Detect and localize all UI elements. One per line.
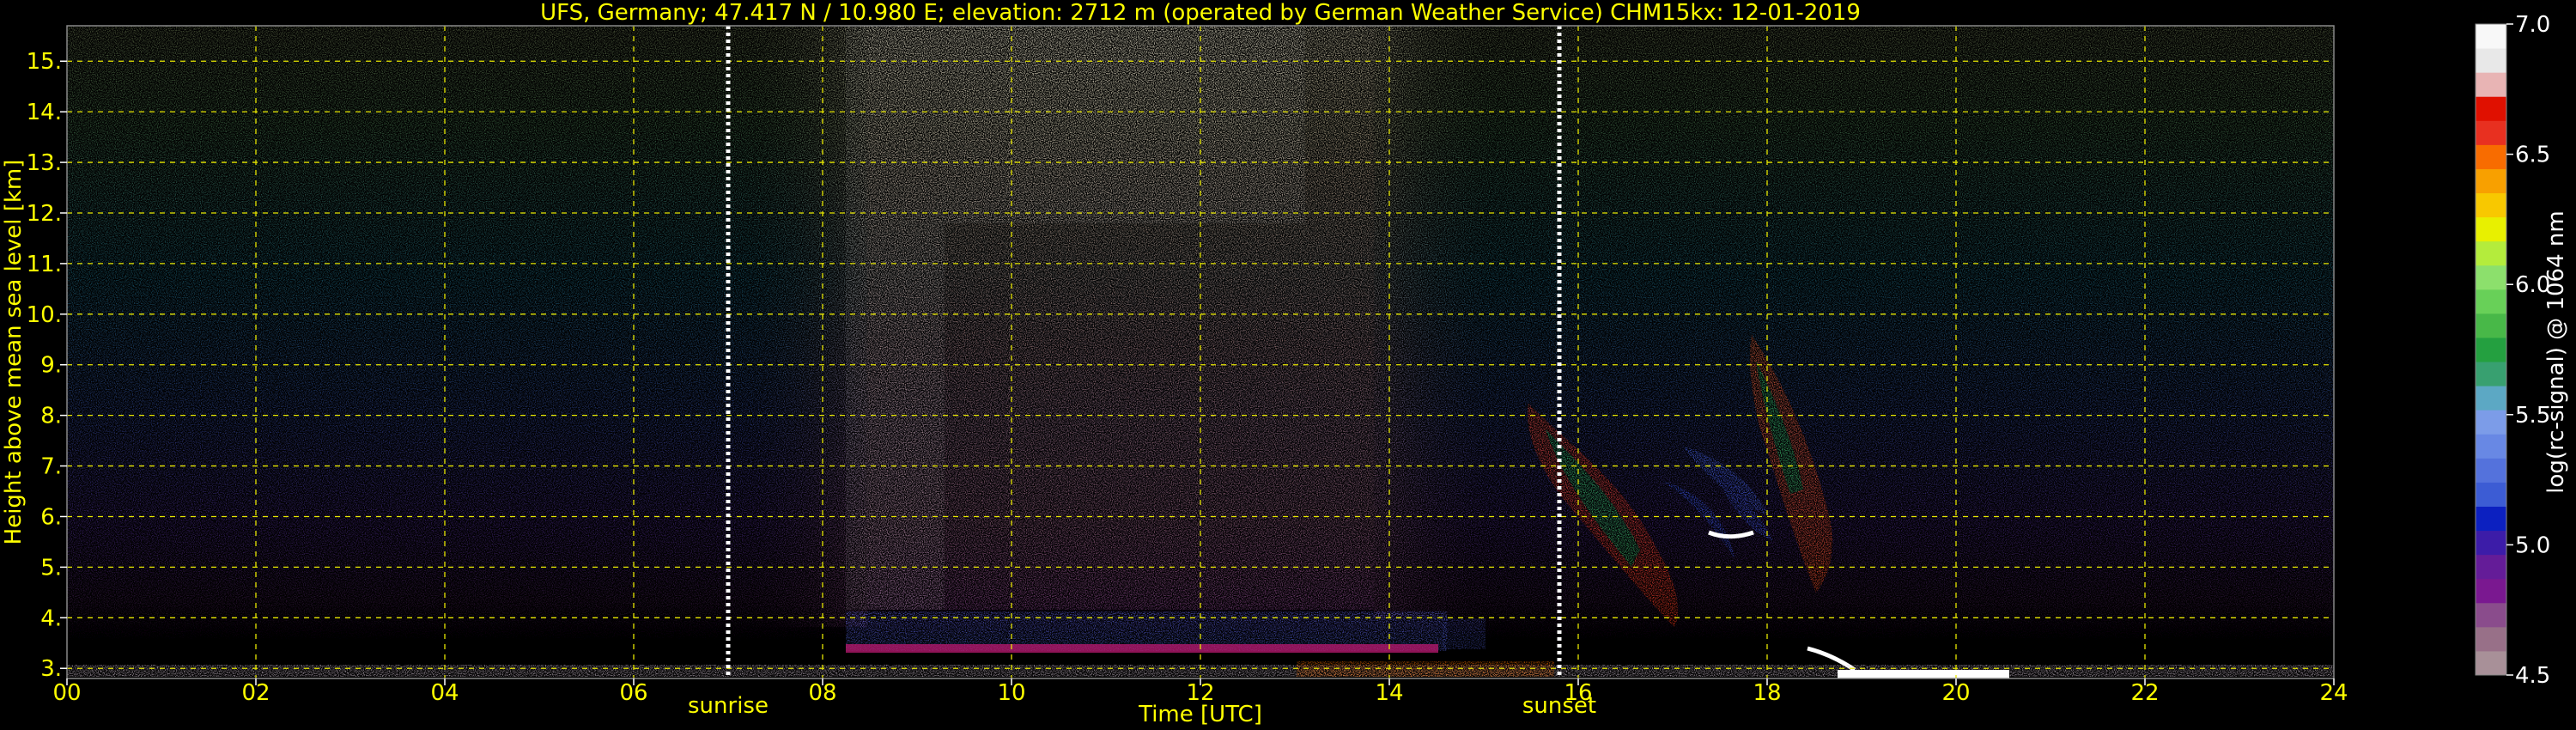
y-tick-label: 10. xyxy=(27,302,62,328)
x-tick-label: 08 xyxy=(808,680,836,706)
colorbar-tick-label: 7.0 xyxy=(2515,12,2550,38)
y-tick-label: 15. xyxy=(27,49,62,75)
y-tick-label: 11. xyxy=(27,252,62,277)
colorbar-segment xyxy=(2476,578,2506,604)
colorbar-tick-label: 5.0 xyxy=(2515,532,2550,558)
x-tick-label: 16 xyxy=(1564,680,1592,706)
sunrise-label: sunrise xyxy=(688,693,769,719)
colorbar-segment xyxy=(2476,506,2506,532)
colorbar: 4.55.05.56.06.57.0 xyxy=(2475,12,2550,689)
ceilometer-chart: sunrise sunset UFS, Germany; 47.417 N / 1… xyxy=(1,0,2569,727)
x-tick-label: 06 xyxy=(619,680,647,706)
colorbar-label: log(rc-signal) @ 1064 nm xyxy=(2543,210,2569,493)
y-tick-label: 14. xyxy=(27,100,62,125)
chart-title: UFS, Germany; 47.417 N / 10.980 E; eleva… xyxy=(540,0,1861,26)
colorbar-segment xyxy=(2476,216,2506,242)
colorbar-segment xyxy=(2476,482,2506,507)
y-tick-label: 3. xyxy=(40,656,62,682)
colorbar-segment xyxy=(2476,192,2506,218)
colorbar-segment xyxy=(2476,24,2506,49)
y-tick-label: 12. xyxy=(27,201,62,227)
y-axis-label: Height above mean sea level [km] xyxy=(1,160,27,545)
colorbar-segment xyxy=(2476,120,2506,145)
colorbar-segment xyxy=(2476,240,2506,266)
colorbar-segment xyxy=(2476,362,2506,386)
colorbar-tick-label: 4.5 xyxy=(2515,663,2550,689)
colorbar-segment xyxy=(2476,289,2506,314)
y-tick-label: 5. xyxy=(40,555,62,581)
x-tick-label: 18 xyxy=(1753,680,1781,706)
colorbar-segment xyxy=(2476,48,2506,73)
colorbar-segment xyxy=(2476,313,2506,338)
colorbar-segment xyxy=(2476,626,2506,652)
x-tick-label: 10 xyxy=(997,680,1025,706)
y-tick-label: 6. xyxy=(40,504,62,530)
x-tick-label: 20 xyxy=(1941,680,1970,706)
colorbar-segment xyxy=(2476,602,2506,628)
x-tick-label: 00 xyxy=(52,680,81,706)
y-tick-label: 7. xyxy=(40,454,62,480)
colorbar-segment xyxy=(2476,168,2506,194)
x-tick-label: 14 xyxy=(1375,680,1403,706)
y-tick-label: 4. xyxy=(40,605,62,631)
colorbar-tick-label: 6.5 xyxy=(2515,143,2550,168)
colorbar-segment xyxy=(2476,386,2506,411)
x-tick-label: 02 xyxy=(241,680,270,706)
colorbar-segment xyxy=(2476,144,2506,169)
x-tick-label: 22 xyxy=(2130,680,2159,706)
colorbar-segment xyxy=(2476,434,2506,459)
colorbar-segment xyxy=(2476,337,2506,362)
colorbar-segment xyxy=(2476,96,2506,121)
colorbar-segment xyxy=(2476,265,2506,290)
x-tick-label: 12 xyxy=(1186,680,1214,706)
colorbar-segment xyxy=(2476,650,2506,676)
y-tick-label: 13. xyxy=(27,150,62,176)
y-tick-label: 9. xyxy=(40,353,62,379)
y-tick-label: 8. xyxy=(40,404,62,429)
colorbar-segment xyxy=(2476,72,2506,97)
x-tick-label: 24 xyxy=(2319,680,2348,706)
colorbar-segment xyxy=(2476,530,2506,556)
x-axis-ticks: 00 02 04 06 08 10 12 14 16 18 20 22 24 xyxy=(52,678,2348,706)
y-axis-ticks: 3. 4. 5. 6. 7. 8. 9. 10. 11. 12. 13. 14. 15. xyxy=(27,49,67,682)
x-tick-label: 04 xyxy=(430,680,459,706)
colorbar-segment xyxy=(2476,554,2506,580)
colorbar-segment xyxy=(2476,410,2506,435)
colorbar-segment xyxy=(2476,458,2506,483)
